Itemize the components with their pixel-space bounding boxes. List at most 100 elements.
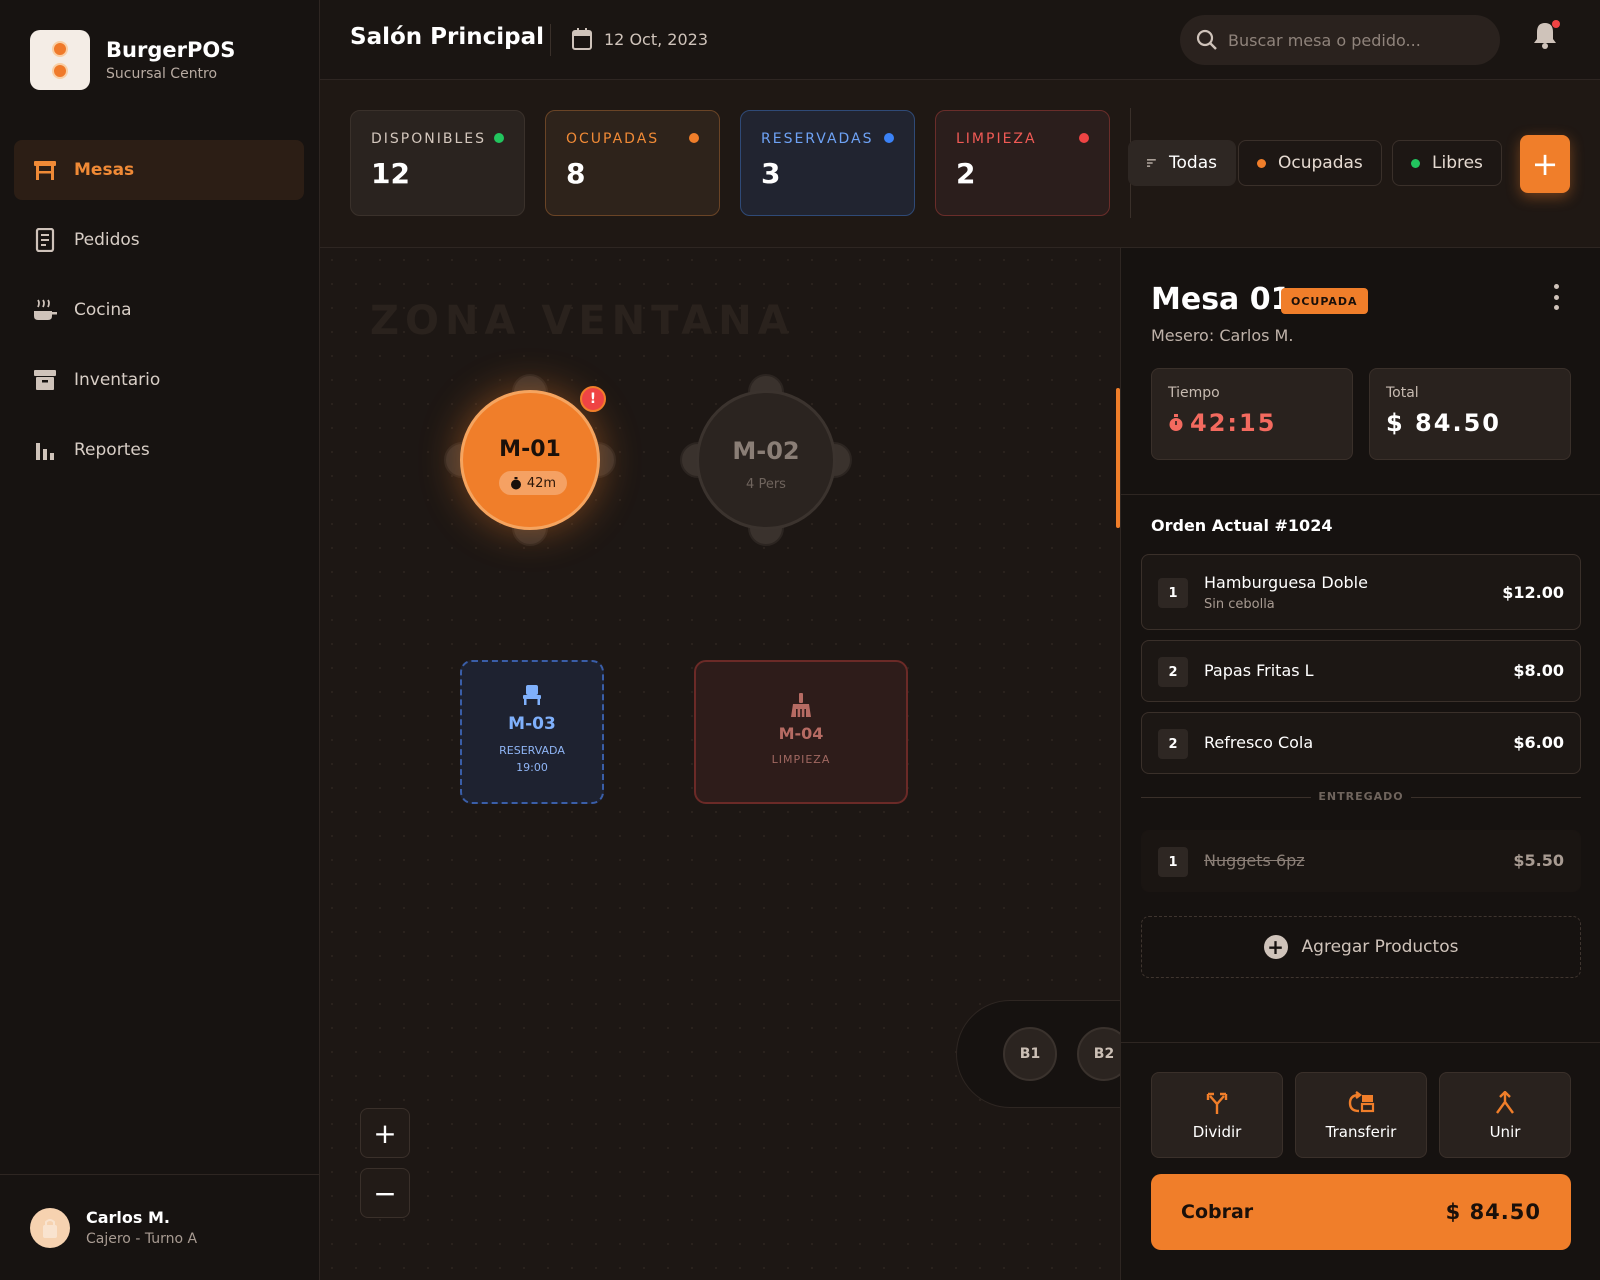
action-label: Transferir: [1325, 1123, 1397, 1141]
kitchen-icon: [32, 297, 58, 323]
sidebar-item-label: Pedidos: [74, 230, 140, 250]
sidebar-item-label: Mesas: [74, 160, 135, 180]
stat-value: 8: [566, 157, 586, 190]
time-value: 42:15: [1168, 409, 1336, 437]
stat-value: 2: [956, 157, 976, 190]
panel-title: Mesa 01: [1151, 282, 1292, 317]
bar-seat-b2[interactable]: B2: [1077, 1027, 1120, 1081]
filter-todas[interactable]: Todas: [1128, 140, 1236, 186]
add-table-button[interactable]: +: [1520, 135, 1570, 193]
zoom-in-button[interactable]: +: [360, 1108, 410, 1158]
order-item[interactable]: 1 Hamburguesa Doble Sin cebolla $12.00: [1141, 554, 1581, 630]
date-display[interactable]: 12 Oct, 2023: [572, 28, 708, 50]
filter-label: Ocupadas: [1278, 153, 1363, 173]
sidebar: BurgerPOS Sucursal Centro Mesas Pedidos …: [0, 0, 320, 1280]
table-icon: [32, 157, 58, 183]
bar-seat-b1[interactable]: B1: [1003, 1027, 1057, 1081]
item-name: Nuggets 6pz: [1204, 851, 1305, 870]
pay-button[interactable]: Cobrar $ 84.50: [1151, 1174, 1571, 1250]
stat-value: 12: [371, 157, 410, 190]
table-capacity: 4 Pers: [746, 477, 786, 492]
merge-icon: [1440, 1091, 1570, 1117]
table-name: M-03: [508, 714, 556, 734]
alert-badge[interactable]: !: [580, 386, 606, 412]
stat-card-limpieza[interactable]: LIMPIEZA 2: [935, 110, 1110, 216]
zone-label: ZONA VENTANA: [370, 298, 795, 344]
more-options-icon[interactable]: [1551, 284, 1561, 310]
table-timer: 42m: [499, 471, 567, 495]
waiter-name: Mesero: Carlos M.: [1151, 326, 1294, 345]
table-m04[interactable]: M-04 LIMPIEZA: [694, 660, 908, 804]
filter-libres[interactable]: Libres: [1392, 140, 1502, 186]
header-divider: [550, 24, 551, 56]
chair-icon: [462, 684, 602, 710]
stat-card-ocupadas[interactable]: OCUPADAS 8: [545, 110, 720, 216]
panel-divider: [1121, 1042, 1600, 1043]
add-products-button[interactable]: + Agregar Productos: [1141, 916, 1581, 978]
stat-card-disponibles[interactable]: DISPONIBLES 12: [350, 110, 525, 216]
broom-icon: [696, 692, 906, 722]
item-name: Papas Fritas L: [1204, 661, 1314, 680]
split-button[interactable]: Dividir: [1151, 1072, 1283, 1158]
bar-counter: B1 B2: [956, 1000, 1120, 1108]
filter-label: Libres: [1432, 153, 1483, 173]
top-header: Salón Principal 12 Oct, 2023: [320, 0, 1600, 80]
table-m01[interactable]: M-01 42m: [460, 390, 600, 530]
brand: BurgerPOS Sucursal Centro: [30, 30, 235, 90]
item-quantity: 2: [1158, 657, 1188, 687]
brand-logo: [30, 30, 90, 90]
total-value: $ 84.50: [1386, 409, 1501, 437]
notifications-button[interactable]: [1532, 20, 1562, 52]
sidebar-item-label: Cocina: [74, 300, 132, 320]
brand-subtitle: Sucursal Centro: [106, 66, 218, 82]
sidebar-item-inventario[interactable]: Inventario: [14, 350, 304, 410]
item-note: Sin cebolla: [1204, 597, 1275, 612]
filter-ocupadas[interactable]: Ocupadas: [1238, 140, 1382, 186]
table-name: M-02: [732, 437, 800, 465]
delivered-item[interactable]: 1 Nuggets 6pz $5.50: [1141, 830, 1581, 892]
user-profile[interactable]: Carlos M. Cajero - Turno A: [0, 1174, 320, 1280]
action-label: Dividir: [1192, 1123, 1242, 1141]
sidebar-item-mesas[interactable]: Mesas: [14, 140, 304, 200]
stat-label: RESERVADAS: [761, 131, 874, 147]
status-dot: [689, 133, 699, 143]
sidebar-item-cocina[interactable]: Cocina: [14, 280, 304, 340]
order-item[interactable]: 2 Refresco Cola $6.00: [1141, 712, 1581, 774]
floor-plan[interactable]: ZONA VENTANA M-01 42m ! M-02 4 Pers M-03…: [320, 248, 1120, 1280]
stat-card-reservadas[interactable]: RESERVADAS 3: [740, 110, 915, 216]
main-nav: Mesas Pedidos Cocina Inventario Reportes: [14, 140, 304, 490]
sidebar-item-pedidos[interactable]: Pedidos: [14, 210, 304, 270]
stat-label: OCUPADAS: [566, 131, 660, 147]
notification-dot: [1552, 20, 1560, 28]
item-price: $5.50: [1513, 851, 1564, 870]
search-icon: [1196, 29, 1217, 50]
item-quantity: 2: [1158, 729, 1188, 759]
item-quantity: 1: [1158, 578, 1188, 608]
page-title: Salón Principal: [350, 24, 544, 50]
transfer-button[interactable]: Transferir: [1295, 1072, 1427, 1158]
stopwatch-icon: [1169, 414, 1183, 431]
status-dot: [884, 133, 894, 143]
item-name: Refresco Cola: [1204, 733, 1314, 752]
status-badge: OCUPADA: [1281, 288, 1368, 314]
brand-name: BurgerPOS: [106, 38, 236, 62]
panel-divider: [1121, 494, 1600, 495]
sidebar-item-reportes[interactable]: Reportes: [14, 420, 304, 480]
order-item[interactable]: 2 Papas Fritas L $8.00: [1141, 640, 1581, 702]
zoom-out-button[interactable]: −: [360, 1168, 410, 1218]
receipt-icon: [32, 227, 58, 253]
status-dot: [1411, 158, 1420, 168]
date-text: 12 Oct, 2023: [604, 29, 708, 49]
table-status: RESERVADA 19:00: [499, 744, 565, 774]
search-bar[interactable]: [1180, 15, 1500, 65]
table-m02[interactable]: M-02 4 Pers: [696, 390, 836, 530]
stopwatch-icon: [510, 476, 521, 489]
table-name: M-01: [499, 437, 561, 462]
stat-value: 3: [761, 157, 781, 190]
item-name: Hamburguesa Doble: [1204, 573, 1368, 592]
status-dot: [494, 133, 504, 143]
merge-button[interactable]: Unir: [1439, 1072, 1571, 1158]
table-m03[interactable]: M-03 RESERVADA 19:00: [460, 660, 604, 804]
pay-amount: $ 84.50: [1445, 1200, 1541, 1224]
search-input[interactable]: [1228, 30, 1478, 50]
